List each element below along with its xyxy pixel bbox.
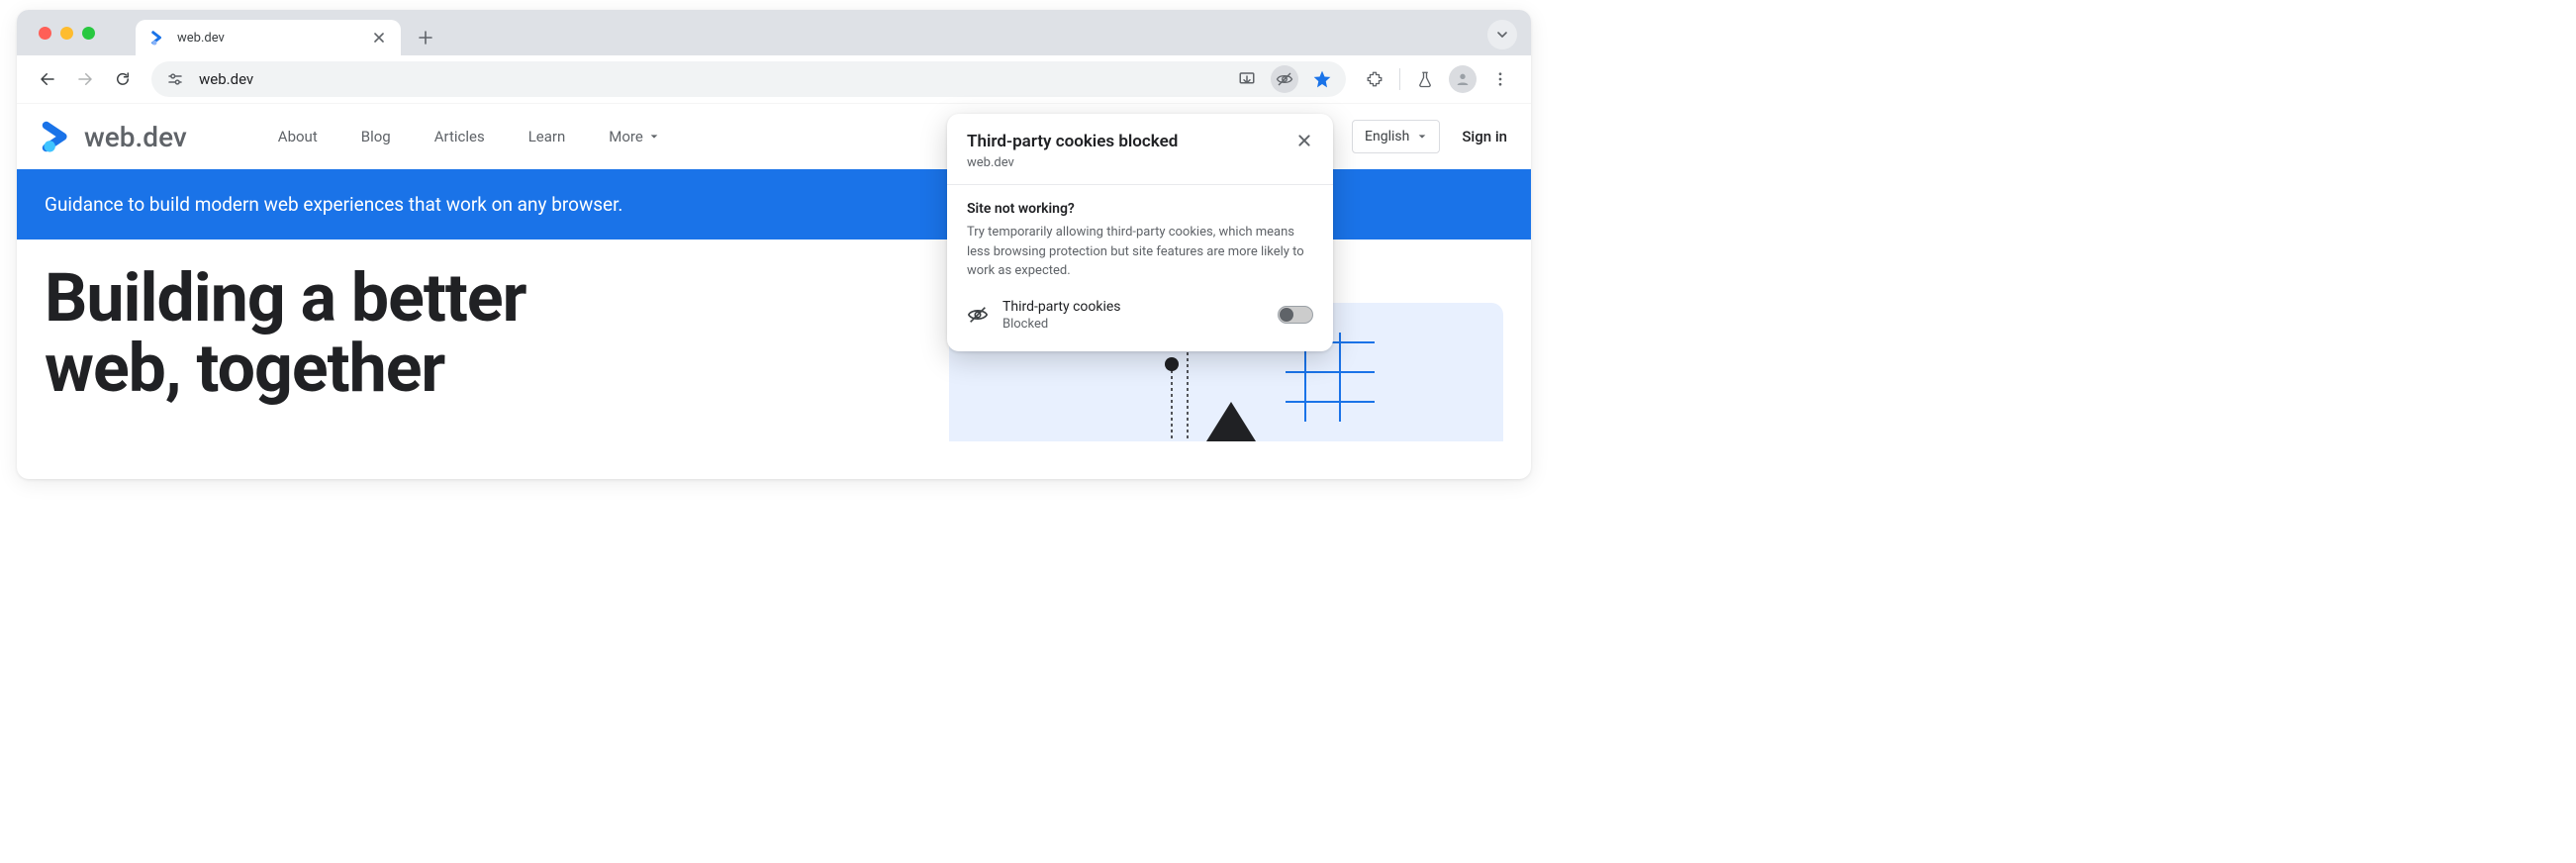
nav-learn[interactable]: Learn — [528, 128, 566, 145]
popover-subtitle: web.dev — [967, 155, 1295, 170]
url-text[interactable]: web.dev — [199, 70, 1223, 88]
nav-articles[interactable]: Articles — [434, 128, 485, 145]
third-party-cookies-row: Third-party cookies Blocked — [967, 299, 1313, 332]
tab-title: web.dev — [177, 31, 361, 46]
toggle-label: Third-party cookies — [1002, 299, 1264, 315]
site-logo-text: web.dev — [84, 121, 187, 153]
hero-title: Building a better web, together — [45, 263, 909, 441]
popover-body-text: Try temporarily allowing third-party coo… — [967, 223, 1313, 281]
toolbar-separator — [1399, 68, 1400, 90]
language-label: English — [1365, 129, 1409, 144]
popover-close-button[interactable] — [1295, 132, 1313, 149]
tab-favicon-icon — [149, 29, 167, 47]
install-app-icon[interactable] — [1233, 65, 1261, 93]
browser-tab[interactable]: web.dev — [136, 20, 401, 55]
profile-avatar[interactable] — [1446, 62, 1479, 96]
address-bar[interactable]: web.dev — [151, 61, 1346, 97]
toggle-status: Blocked — [1002, 317, 1264, 332]
traffic-lights — [39, 27, 95, 40]
site-settings-icon[interactable] — [161, 65, 189, 93]
nav-more[interactable]: More — [609, 128, 659, 145]
chevron-down-icon — [1417, 132, 1427, 142]
site-nav: About Blog Articles Learn More — [278, 128, 659, 145]
language-picker[interactable]: English — [1352, 120, 1440, 153]
menu-kebab-icon[interactable] — [1483, 62, 1517, 96]
tabs-overflow-button[interactable] — [1487, 20, 1517, 49]
new-tab-button[interactable] — [411, 23, 440, 52]
back-button[interactable] — [31, 62, 64, 96]
cookies-toggle[interactable] — [1278, 306, 1313, 324]
toolbar: web.dev — [17, 55, 1531, 103]
tab-strip: web.dev — [17, 10, 1531, 55]
forward-button[interactable] — [68, 62, 102, 96]
labs-icon[interactable] — [1408, 62, 1442, 96]
eye-blocked-icon[interactable] — [1271, 65, 1298, 93]
eye-blocked-icon — [967, 304, 989, 326]
chevron-down-icon — [649, 132, 659, 142]
popover-title: Third-party cookies blocked — [967, 132, 1295, 151]
popover-body-heading: Site not working? — [967, 201, 1313, 217]
reload-button[interactable] — [106, 62, 140, 96]
cookies-blocked-popover: Third-party cookies blocked web.dev Site… — [947, 114, 1333, 351]
tab-close-button[interactable] — [371, 30, 387, 46]
window-maximize-button[interactable] — [82, 27, 95, 40]
window-minimize-button[interactable] — [60, 27, 73, 40]
nav-about[interactable]: About — [278, 128, 318, 145]
nav-blog[interactable]: Blog — [361, 128, 391, 145]
bookmark-star-icon[interactable] — [1308, 65, 1336, 93]
browser-window: web.dev web.dev — [17, 10, 1531, 479]
signin-link[interactable]: Sign in — [1462, 128, 1507, 145]
extensions-icon[interactable] — [1358, 62, 1391, 96]
site-logo[interactable]: web.dev — [41, 120, 187, 153]
window-close-button[interactable] — [39, 27, 51, 40]
